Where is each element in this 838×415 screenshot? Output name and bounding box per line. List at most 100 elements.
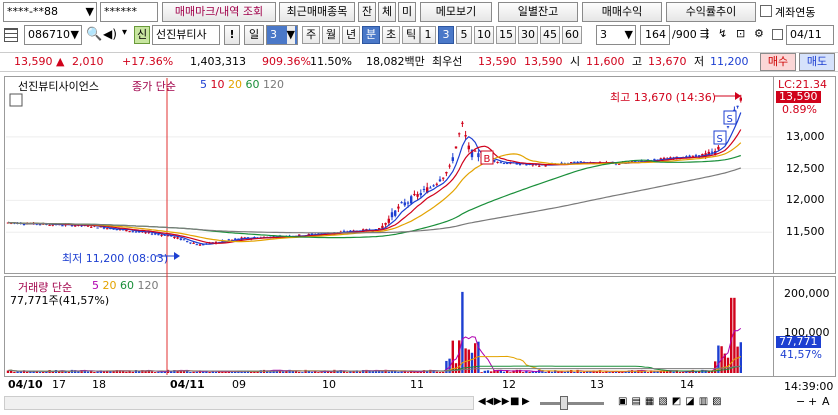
x-tick-label: 13: [590, 378, 604, 391]
volume-bar: [602, 372, 605, 373]
candle-body: [134, 231, 138, 233]
zoom-slider[interactable]: [540, 402, 604, 405]
volume-bar: [154, 372, 157, 373]
candle-body: [227, 239, 230, 241]
volume-ma-legend-item: 20: [102, 279, 120, 292]
candle-body: [499, 162, 502, 164]
candle-body: [406, 202, 410, 204]
volume-ma-legend-item: 5: [92, 279, 103, 292]
volume-bar: [490, 371, 493, 373]
volume-ma-5: [7, 327, 742, 373]
y-tick-label: 11,500: [786, 225, 825, 239]
volume-bar: [736, 346, 739, 373]
volume-bar: [646, 372, 650, 373]
nav-last-icon[interactable]: ▶▶: [494, 396, 509, 407]
volume-bar: [38, 371, 42, 373]
ma-legend-item: 60: [245, 78, 263, 91]
candle-body: [458, 133, 461, 135]
candle-body: [502, 163, 506, 165]
volume-bar: [195, 371, 198, 373]
candle-body: [298, 234, 301, 236]
ma-legend-item: 120: [263, 78, 284, 91]
volume-y-tick-label: 200,000: [784, 286, 830, 300]
volume-bar: [461, 291, 464, 373]
y-tick-label: 13,000: [786, 129, 825, 143]
zoom-out-icon[interactable]: −: [796, 395, 805, 408]
chart-svg: SS B: [6, 78, 772, 375]
candle-body: [410, 196, 413, 204]
candle-body: [435, 183, 438, 185]
volume-bar: [13, 371, 16, 373]
candle-body: [416, 194, 419, 197]
volume-bar: [67, 371, 70, 373]
volume-bar: [282, 371, 285, 373]
volume-bar: [502, 371, 506, 373]
x-tick-label: 09: [232, 378, 246, 391]
candle-body: [496, 161, 499, 163]
volume-bar: [45, 371, 48, 373]
volume-bar: [682, 371, 685, 373]
volume-bar: [16, 371, 19, 373]
candle-body: [102, 227, 106, 229]
indicator-title: 종가 단순: [132, 80, 176, 93]
volume-ma-20: [7, 355, 742, 372]
scrollbar-track[interactable]: [4, 396, 474, 410]
volume-bar: [150, 371, 154, 373]
x-tick-label: 17: [52, 378, 66, 391]
volume-bar: [317, 372, 320, 373]
volume-bar: [301, 372, 304, 373]
volume-bar: [470, 352, 474, 373]
candle-body: [413, 193, 416, 196]
volume-bar: [192, 371, 195, 373]
x-tick-label: 10: [322, 378, 336, 391]
auto-icon[interactable]: A: [822, 395, 830, 408]
candle-body: [90, 226, 93, 228]
volume-bar: [397, 371, 400, 373]
candle-body: [429, 187, 432, 189]
current-volume: 77,771주(41,57%): [10, 294, 110, 307]
volume-bar: [387, 371, 390, 373]
candle-body: [394, 210, 397, 216]
nav-first-icon[interactable]: ◀◀: [478, 396, 493, 407]
tool-icons[interactable]: ▣▤▦▧◩◪▥▨: [618, 396, 726, 407]
candle-body: [474, 150, 477, 152]
volume-bar: [525, 371, 528, 373]
candle-body: [538, 165, 541, 167]
volume-bar: [438, 371, 442, 373]
candle-body: [384, 223, 387, 225]
volume-bar: [112, 371, 115, 373]
volume-bar: [93, 371, 96, 373]
candle-body: [387, 218, 390, 223]
candle-body: [192, 242, 195, 244]
nav-play-icon[interactable]: ▶: [522, 396, 530, 407]
volume-bar: [131, 371, 134, 373]
zoom-in-icon[interactable]: +: [808, 395, 817, 408]
candle-body: [419, 193, 422, 196]
candle-body: [454, 146, 458, 149]
volume-bar: [522, 372, 525, 373]
volume-bar: [573, 371, 576, 373]
volume-bar: [435, 371, 438, 373]
candle-body: [506, 163, 509, 165]
current-price-pct: 0.89%: [782, 103, 817, 116]
candle-body: [157, 234, 160, 236]
candle-body: [544, 165, 547, 167]
candle-body: [451, 157, 454, 161]
volume-bar: [528, 371, 531, 373]
volume-bar: [42, 371, 45, 373]
y-tick-label: 12,500: [786, 161, 825, 175]
high-annotation: 최고 13,670 (14:36): [610, 91, 717, 104]
volume-bar: [298, 371, 301, 373]
candle-body: [493, 160, 496, 162]
candle-body: [448, 165, 451, 167]
volume-bar: [480, 372, 483, 373]
ma-line-5: [7, 112, 742, 245]
volume-bar: [506, 370, 509, 373]
volume-bar: [26, 371, 29, 373]
current-volume-pct: 41,57%: [780, 348, 822, 361]
candle-body: [461, 122, 464, 124]
zoom-thumb[interactable]: [560, 396, 568, 410]
nav-stop-icon[interactable]: ■: [510, 396, 519, 407]
x-tick-label: 12: [502, 378, 516, 391]
volume-bar: [240, 371, 243, 373]
